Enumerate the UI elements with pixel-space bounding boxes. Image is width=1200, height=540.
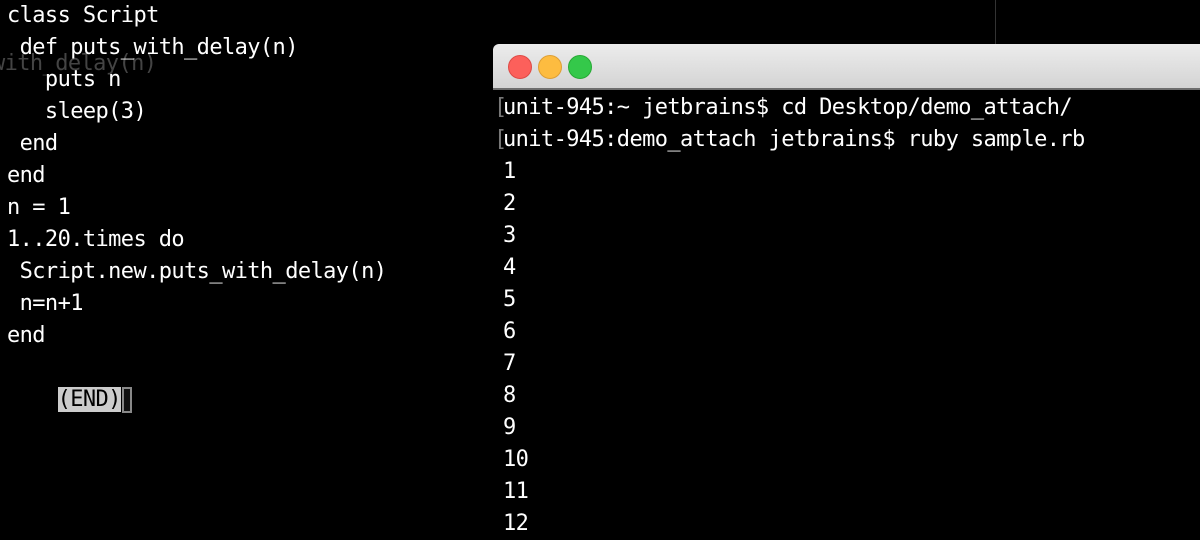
code-line: end (7, 131, 59, 156)
terminal-window[interactable]: [ unit-945:~ jetbrains$ cd Desktop/demo_… (493, 44, 1200, 536)
code-line: puts n (7, 67, 121, 92)
command-line: unit-945:~ jetbrains$ cd Desktop/demo_at… (503, 95, 1073, 120)
code-line: def puts_with_delay(n) (7, 35, 299, 60)
code-line: 1..20.times do (7, 227, 185, 252)
minimize-button[interactable] (538, 55, 562, 79)
text-cursor (121, 387, 132, 413)
code-line: n=n+1 (7, 291, 84, 316)
output-line: 7 (503, 351, 516, 376)
code-line: n = 1 (7, 195, 71, 220)
terminal-output[interactable]: [ unit-945:~ jetbrains$ cd Desktop/demo_… (493, 90, 1200, 536)
output-line: 10 (503, 447, 529, 472)
code-line: end (7, 323, 46, 348)
pane-divider (995, 0, 996, 44)
terminal-titlebar[interactable] (493, 44, 1200, 90)
output-line: 8 (503, 383, 516, 408)
code-line: class Script (7, 3, 159, 28)
output-line: 11 (503, 479, 529, 504)
output-line: 2 (503, 191, 516, 216)
end-marker: (END) (57, 387, 121, 412)
pager-end-line[interactable]: (END) (7, 352, 132, 413)
output-line: 4 (503, 255, 516, 280)
close-button[interactable] (508, 55, 532, 79)
output-line: 6 (503, 319, 516, 344)
command-line: unit-945:demo_attach jetbrains$ ruby sam… (503, 127, 1085, 152)
output-line: 12 (503, 511, 529, 536)
code-line: Script.new.puts_with_delay(n) (7, 259, 387, 284)
output-line: 9 (503, 415, 516, 440)
maximize-button[interactable] (568, 55, 592, 79)
code-line: end (7, 163, 46, 188)
output-line: 1 (503, 159, 516, 184)
pager-pane: with_delay(n) class Script def puts_with… (0, 0, 493, 516)
output-line: 5 (503, 287, 516, 312)
code-line: sleep(3) (7, 99, 147, 124)
output-line: 3 (503, 223, 516, 248)
